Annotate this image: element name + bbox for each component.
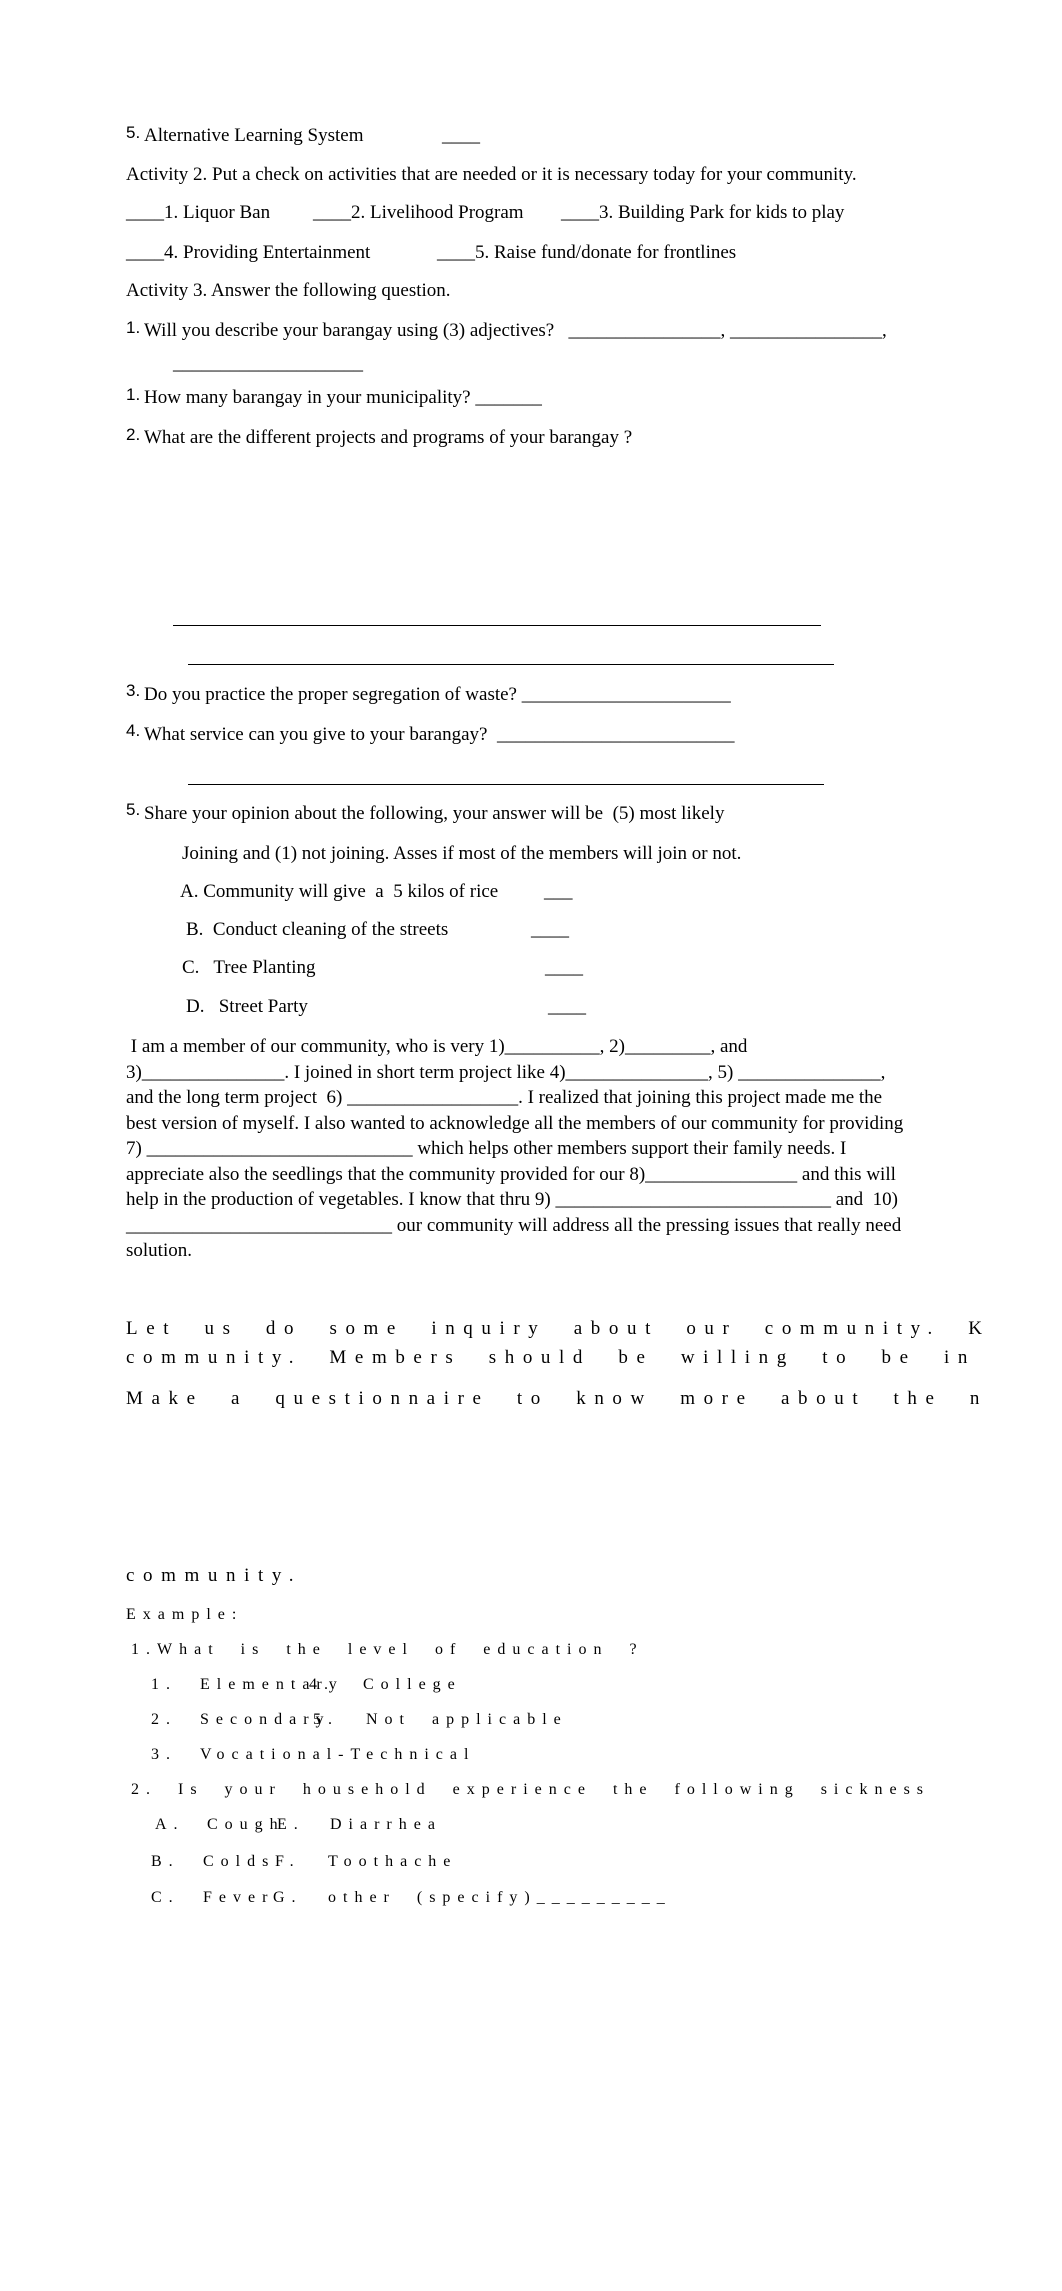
option-cough: Cough [207,1816,285,1833]
option-tree-planting-blank[interactable]: ____ [545,956,583,980]
inquiry-line-2: community. Members should be willing to … [126,1347,977,1368]
option-rice: A. Community will give a 5 kilos of rice [180,881,499,902]
option-not-applicable: Not applicable [366,1711,568,1728]
option-rice-blank[interactable]: ___ [544,880,573,904]
paragraph-line[interactable]: 7) ____________________________ which he… [126,1136,986,1162]
option-colds: Colds [203,1853,276,1870]
checklist-item-providing-entertainment[interactable]: ____4. Providing Entertainment [126,241,370,265]
example-question-sickness: 2. Is your household experience the foll… [131,1781,931,1798]
example-label: Example: [126,1606,244,1623]
option-letter: A. [155,1816,185,1833]
question-number: 2. [126,425,141,444]
paragraph-line[interactable]: and the long term project 6) ___________… [126,1085,986,1111]
inquiry-line-3: Make a questionnaire to know more about … [126,1388,989,1409]
activity-2-heading: Activity 2. Put a check on activities th… [126,164,857,185]
question-waste-segregation: Do you practice the proper segregation o… [144,684,731,705]
question-adjectives: Will you describe your barangay using (3… [144,320,887,341]
option-number: 2. [151,1711,177,1728]
question-number: 4. [126,721,141,740]
question-number: 1. [126,385,141,404]
question-number: 3. [126,681,141,700]
question-opinion-continued: Joining and (1) not joining. Asses if mo… [182,843,742,864]
example-question-education: 1.What is the level of education ? [131,1641,644,1658]
alternative-learning-system-label: Alternative Learning System [144,125,364,146]
checklist-item-building-park[interactable]: ____3. Building Park for kids to play [561,201,844,225]
paragraph-line: best version of myself. I also wanted to… [126,1112,904,1134]
item-number: 5. [126,123,141,142]
option-fever: Fever [203,1889,275,1906]
answer-blank[interactable]: ____________________ [173,352,363,376]
paragraph-line[interactable]: appreciate also the seedlings that the c… [126,1162,986,1188]
option-cleaning: B. Conduct cleaning of the streets [186,919,449,940]
question-number: 5. [126,800,141,819]
answer-line[interactable] [173,625,821,626]
option-number: 1. [151,1676,177,1693]
question-service: What service can you give to your barang… [144,724,735,745]
option-other-specify[interactable]: other (specify)_________ [328,1889,672,1907]
option-secondary: Secondary [200,1711,331,1728]
option-letter: B. [151,1853,180,1870]
option-toothache: Toothache [328,1853,458,1870]
option-street-party: D. Street Party [186,996,308,1017]
option-number: 5. [313,1711,339,1728]
answer-line[interactable] [188,784,824,785]
question-projects-programs: What are the different projects and prog… [144,427,633,448]
activity-3-heading: Activity 3. Answer the following questio… [126,280,451,301]
paragraph-line[interactable]: 3)_______________. I joined in short ter… [126,1060,986,1086]
option-letter: C. [151,1889,180,1906]
option-letter: G. [273,1889,303,1906]
question-barangay-count: How many barangay in your municipality? … [144,387,542,408]
paragraph-line[interactable]: ____________________________ our communi… [126,1213,986,1239]
answer-line[interactable] [188,664,834,665]
paragraph-line[interactable]: I am a member of our community, who is v… [126,1034,986,1060]
checklist-item-livelihood-program[interactable]: ____2. Livelihood Program [313,201,524,225]
option-cleaning-blank[interactable]: ____ [531,918,569,942]
question-opinion: Share your opinion about the following, … [144,803,725,824]
checklist-item-liquor-ban[interactable]: ____1. Liquor Ban [126,201,270,225]
fill-in-paragraph: I am a member of our community, who is v… [126,1034,986,1264]
checklist-item-raise-fund[interactable]: ____5. Raise fund/donate for frontlines [437,241,736,265]
answer-blank[interactable]: ____ [442,124,480,148]
option-letter: F. [275,1853,301,1870]
option-street-party-blank[interactable]: ____ [548,995,586,1019]
question-number: 1. [126,318,141,337]
paragraph-line: solution. [126,1240,192,1261]
inquiry-line-4: community. [126,1565,303,1586]
option-tree-planting: C. Tree Planting [182,957,316,978]
option-number: 3. [151,1746,177,1763]
option-letter: E. [277,1816,305,1833]
option-college: College [363,1676,462,1693]
paragraph-line[interactable]: help in the production of vegetables. I … [126,1187,986,1213]
option-diarrhea: Diarrhea [330,1816,442,1833]
option-vocational: Vocational-Technical [200,1746,476,1763]
option-number: 4. [309,1676,335,1693]
inquiry-line-1: Let us do some inquiry about our communi… [126,1318,991,1339]
